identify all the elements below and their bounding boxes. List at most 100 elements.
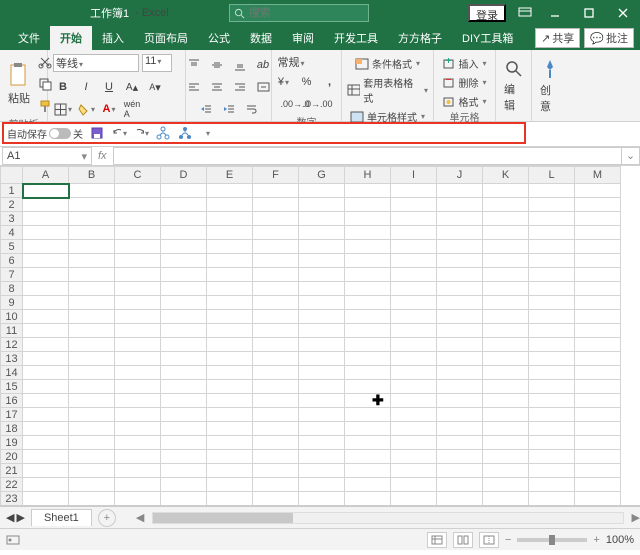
cell[interactable] (391, 450, 437, 464)
cell[interactable] (529, 506, 575, 507)
cell[interactable] (253, 450, 299, 464)
cell[interactable] (529, 296, 575, 310)
phonetic-button[interactable]: wénA (123, 100, 141, 118)
cell[interactable] (299, 478, 345, 492)
row-header[interactable]: 17 (1, 408, 23, 422)
cell[interactable] (529, 478, 575, 492)
cell[interactable] (207, 366, 253, 380)
cell[interactable] (437, 394, 483, 408)
cell[interactable] (115, 352, 161, 366)
tab-pagelayout[interactable]: 页面布局 (134, 26, 198, 50)
underline-button[interactable]: U (100, 78, 118, 96)
login-button[interactable]: 登录 (468, 4, 506, 22)
cell[interactable] (483, 240, 529, 254)
cell[interactable] (575, 436, 621, 450)
cell[interactable] (529, 184, 575, 198)
cell[interactable] (207, 324, 253, 338)
cell[interactable] (253, 492, 299, 506)
cell[interactable] (115, 394, 161, 408)
add-sheet-button[interactable]: + (98, 509, 116, 527)
cell[interactable] (345, 310, 391, 324)
cell[interactable] (115, 296, 161, 310)
row-header[interactable]: 24 (1, 506, 23, 507)
cell[interactable] (575, 380, 621, 394)
cell[interactable] (575, 394, 621, 408)
sheet-nav-next-icon[interactable]: ▶ (16, 511, 24, 524)
merge-icon[interactable] (254, 78, 272, 96)
cell[interactable] (529, 282, 575, 296)
cell[interactable] (207, 254, 253, 268)
cell[interactable] (253, 464, 299, 478)
cell[interactable] (253, 310, 299, 324)
cell[interactable] (207, 478, 253, 492)
cell[interactable] (253, 212, 299, 226)
cell[interactable] (575, 506, 621, 507)
cell[interactable] (253, 296, 299, 310)
cell[interactable] (437, 254, 483, 268)
column-header[interactable]: F (253, 167, 299, 184)
cell[interactable] (529, 198, 575, 212)
cell[interactable] (253, 394, 299, 408)
column-header[interactable]: J (437, 167, 483, 184)
cell[interactable] (345, 268, 391, 282)
cell[interactable] (161, 212, 207, 226)
cell[interactable] (69, 226, 115, 240)
cell[interactable] (437, 198, 483, 212)
cell[interactable] (207, 296, 253, 310)
cell[interactable] (161, 408, 207, 422)
decrease-font-button[interactable]: A▾ (146, 78, 164, 96)
redo-icon[interactable]: ▾ (133, 125, 149, 141)
cell[interactable] (575, 450, 621, 464)
row-header[interactable]: 7 (1, 268, 23, 282)
cell[interactable] (253, 240, 299, 254)
cell[interactable] (115, 380, 161, 394)
cell[interactable] (23, 184, 69, 198)
record-macro-icon[interactable] (6, 534, 20, 546)
cell[interactable] (69, 296, 115, 310)
cell[interactable] (23, 198, 69, 212)
bold-button[interactable]: B (54, 78, 72, 96)
cell[interactable] (437, 268, 483, 282)
cell[interactable] (115, 198, 161, 212)
cell[interactable] (575, 212, 621, 226)
cell[interactable] (345, 506, 391, 507)
cell[interactable] (299, 226, 345, 240)
cell[interactable] (115, 254, 161, 268)
cell[interactable] (391, 408, 437, 422)
increase-font-button[interactable]: A▴ (123, 78, 141, 96)
cell[interactable] (69, 450, 115, 464)
row-header[interactable]: 9 (1, 296, 23, 310)
format-cells-button[interactable]: 格式▾ (442, 94, 486, 109)
cell[interactable] (23, 394, 69, 408)
hscroll-right-icon[interactable]: ▶ (632, 511, 640, 524)
cell[interactable] (115, 338, 161, 352)
close-button[interactable] (606, 0, 640, 26)
cell[interactable] (575, 198, 621, 212)
cell[interactable] (483, 324, 529, 338)
row-header[interactable]: 18 (1, 422, 23, 436)
cell[interactable] (437, 226, 483, 240)
cell[interactable] (207, 184, 253, 198)
cell[interactable] (437, 324, 483, 338)
cell[interactable] (115, 268, 161, 282)
decrease-decimal-icon[interactable]: .0→.00 (309, 95, 327, 113)
cell[interactable] (207, 436, 253, 450)
cell[interactable] (529, 240, 575, 254)
cell[interactable] (345, 324, 391, 338)
tab-file[interactable]: 文件 (8, 26, 50, 50)
cell[interactable] (391, 436, 437, 450)
ideas-icon[interactable] (541, 58, 559, 80)
hscroll-left-icon[interactable]: ◀ (136, 511, 144, 524)
cell[interactable] (345, 492, 391, 506)
cell[interactable] (23, 226, 69, 240)
cell[interactable] (483, 394, 529, 408)
cell[interactable] (529, 366, 575, 380)
row-header[interactable]: 4 (1, 226, 23, 240)
cell[interactable] (437, 310, 483, 324)
cell[interactable] (575, 324, 621, 338)
cell[interactable] (161, 296, 207, 310)
cell[interactable] (483, 436, 529, 450)
row-header[interactable]: 14 (1, 366, 23, 380)
cell[interactable] (483, 296, 529, 310)
row-header[interactable]: 5 (1, 240, 23, 254)
